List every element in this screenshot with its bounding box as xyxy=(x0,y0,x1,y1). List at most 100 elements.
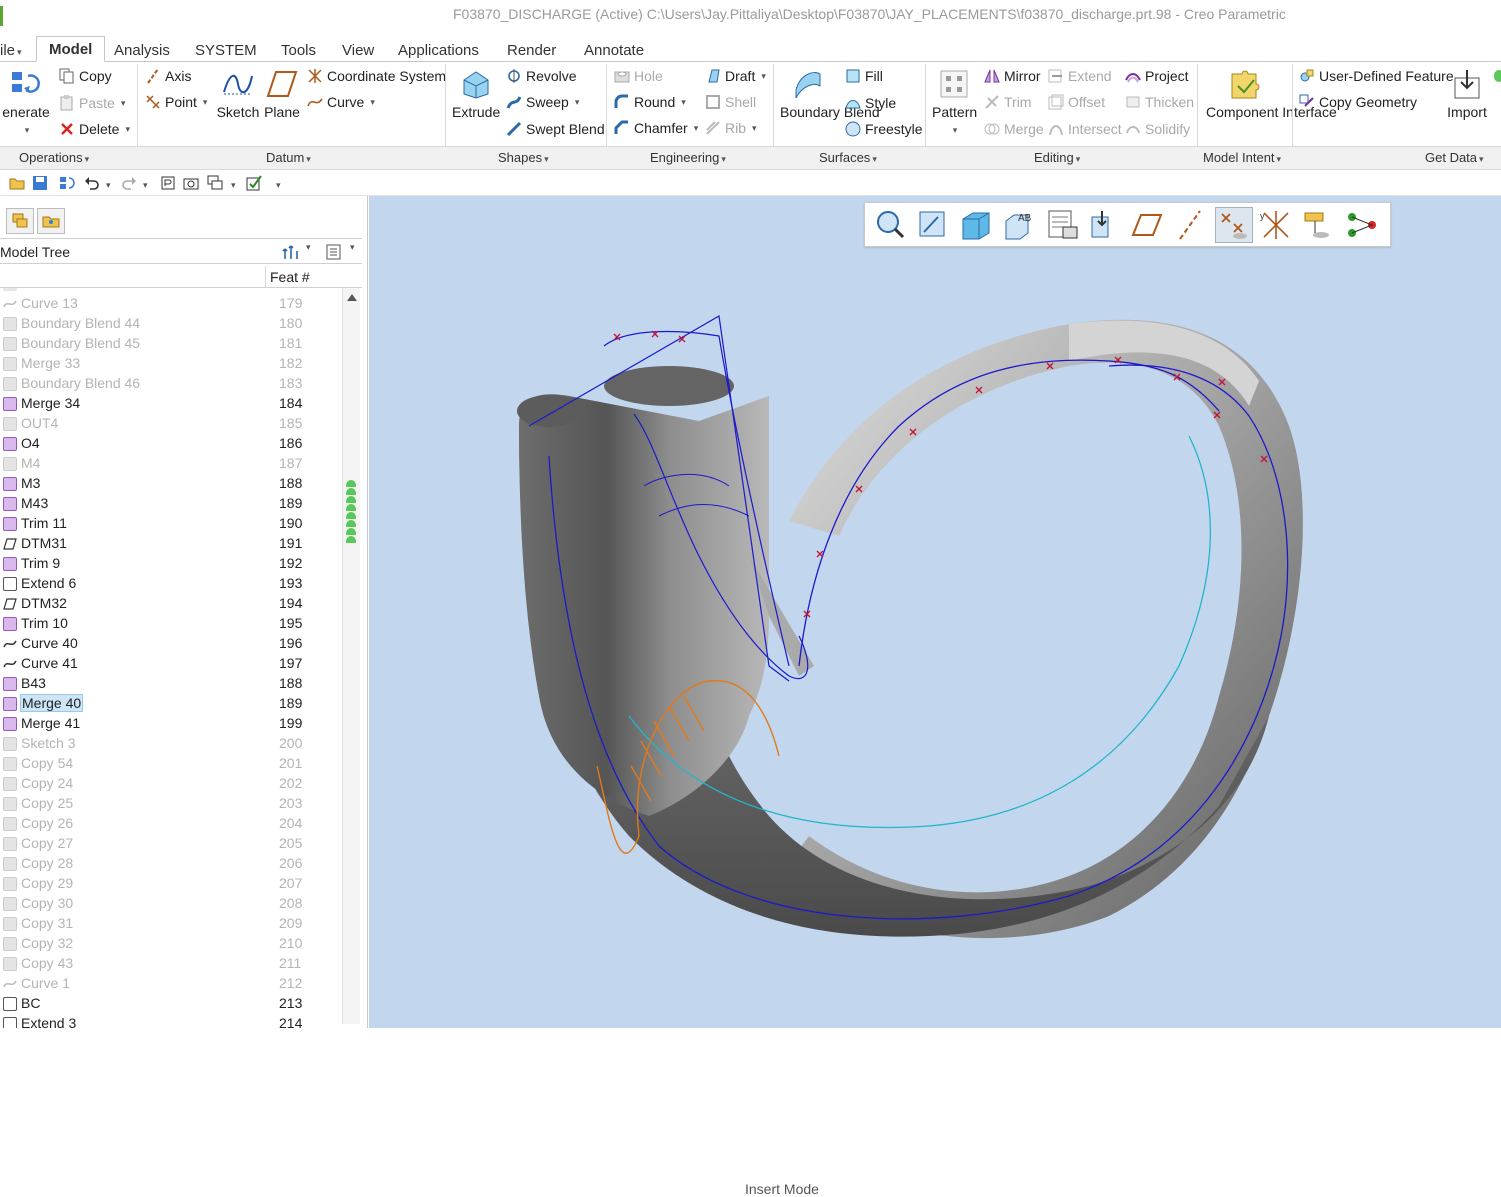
group-model-intent[interactable]: Model Intent ▾ xyxy=(1203,150,1281,165)
group-engineering[interactable]: Engineering ▾ xyxy=(650,150,726,165)
tree-row[interactable]: Copy 25 203 xyxy=(0,794,342,814)
group-get-data[interactable]: Get Data ▾ xyxy=(1425,150,1484,165)
tree-row[interactable]: Copy 24 202 xyxy=(0,774,342,794)
swept-blend-button[interactable]: Swept Blend xyxy=(506,121,605,137)
refit-icon[interactable] xyxy=(871,207,909,243)
copy-geometry-button[interactable]: Copy Geometry xyxy=(1299,94,1417,110)
pattern-button[interactable]: Pattern ▾ xyxy=(932,68,977,138)
tree-row[interactable]: Copy 29 207 xyxy=(0,874,342,894)
import-button[interactable]: Import xyxy=(1445,68,1489,120)
redo-icon[interactable] xyxy=(121,175,137,191)
annotation-display-icon[interactable] xyxy=(1301,207,1339,243)
graphics-viewport[interactable]: Insert Mode xyxy=(369,196,1501,1197)
repaint-icon[interactable] xyxy=(914,207,952,243)
tree-row[interactable]: Trim 11 190 xyxy=(0,514,342,534)
tree-row[interactable]: Copy 32 210 xyxy=(0,934,342,954)
trim-button[interactable]: Trim xyxy=(984,94,1031,110)
offset-button[interactable]: Offset xyxy=(1048,94,1105,110)
tree-row[interactable]: Copy 26 204 xyxy=(0,814,342,834)
tab-tools[interactable]: Tools xyxy=(281,40,316,64)
tree-row[interactable]: Copy 43 211 xyxy=(0,954,342,974)
tab-analysis[interactable]: Analysis xyxy=(114,40,170,64)
tree-row[interactable]: Extend 6 193 xyxy=(0,574,342,594)
spin-center-icon[interactable] xyxy=(1344,207,1382,243)
boundary-blend-button[interactable]: Boundary Blend xyxy=(780,68,880,120)
tree-row[interactable]: Merge 34 184 xyxy=(0,394,342,414)
tree-row[interactable]: Curve 13 179 xyxy=(0,294,342,314)
tree-row[interactable]: Merge 33 182 xyxy=(0,354,342,374)
tree-row[interactable]: Copy 30 208 xyxy=(0,894,342,914)
tree-row[interactable]: Trim 10 195 xyxy=(0,614,342,634)
display-style-icon[interactable] xyxy=(957,207,995,243)
revolve-button[interactable]: Revolve xyxy=(506,68,577,84)
point-button[interactable]: Point ▾ xyxy=(145,94,207,110)
point-display-icon[interactable] xyxy=(1215,207,1253,243)
saved-orientations-icon[interactable]: AB xyxy=(1000,207,1038,243)
tree-row[interactable]: Extend 3 214 xyxy=(0,1014,342,1028)
tab-view[interactable]: View xyxy=(342,40,374,64)
style-button[interactable]: Style xyxy=(845,95,896,111)
sweep-button[interactable]: Sweep ▾ xyxy=(506,94,579,110)
user-defined-feature-button[interactable]: User-Defined Feature xyxy=(1299,68,1454,84)
extrude-button[interactable]: Extrude xyxy=(452,68,500,120)
tree-row[interactable]: OUT4 185 xyxy=(0,414,342,434)
tab-system[interactable]: SYSTEM xyxy=(195,40,257,64)
axis-button[interactable]: Axis xyxy=(145,68,191,84)
column-divider[interactable] xyxy=(265,266,266,288)
tab-annotate[interactable]: Annotate xyxy=(584,40,644,64)
show-icon[interactable] xyxy=(325,243,343,261)
tab-file[interactable]: ile ▾ xyxy=(0,40,22,64)
tree-row[interactable]: Boundary Blend 44 180 xyxy=(0,314,342,334)
close-window-icon[interactable] xyxy=(246,175,262,191)
tree-row[interactable]: Merge 41 199 xyxy=(0,714,342,734)
tab-model[interactable]: Model xyxy=(36,36,106,62)
volute-ring-surface[interactable] xyxy=(779,319,1303,939)
axis-display-icon[interactable] xyxy=(1172,207,1210,243)
sketch-button[interactable]: Sketch xyxy=(216,68,260,120)
curve-button[interactable]: Curve ▾ xyxy=(307,94,375,110)
tree-row[interactable]: Curve 40 196 xyxy=(0,634,342,654)
tree-row[interactable]: DTM31 191 xyxy=(0,534,342,554)
group-editing[interactable]: Editing ▾ xyxy=(1034,150,1080,165)
solidify-button[interactable]: Solidify xyxy=(1125,121,1190,137)
tree-row[interactable]: M43 189 xyxy=(0,494,342,514)
tree-row-selected[interactable]: Merge 40 189 xyxy=(0,694,342,714)
show-dropdown-icon[interactable]: ▾ xyxy=(350,242,355,253)
group-datum[interactable]: Datum ▾ xyxy=(266,150,311,165)
save-icon[interactable] xyxy=(32,175,48,191)
tree-settings-dropdown-icon[interactable]: ▾ xyxy=(306,242,311,253)
tree-row[interactable]: Boundary Blend 45 181 xyxy=(0,334,342,354)
regenerate-all-icon[interactable] xyxy=(160,175,176,191)
folder-browser-tab-icon[interactable] xyxy=(37,208,65,234)
shell-button[interactable]: Shell xyxy=(705,94,756,110)
tree-row[interactable]: Sketch 3 200 xyxy=(0,734,342,754)
plane-button[interactable]: Plane xyxy=(263,68,301,120)
windows-dropdown-icon[interactable]: ▾ xyxy=(229,175,239,191)
undo-dropdown-icon[interactable]: ▾ xyxy=(104,175,114,191)
tab-render[interactable]: Render xyxy=(507,40,556,64)
tree-row[interactable]: M3 188 xyxy=(0,474,342,494)
tree-row[interactable]: BC 213 xyxy=(0,994,342,1014)
hole-button[interactable]: Hole xyxy=(614,68,663,84)
copy-button[interactable]: Copy xyxy=(59,68,112,84)
undo-icon[interactable] xyxy=(84,175,100,191)
paste-button[interactable]: Paste ▾ xyxy=(59,95,125,111)
customize-qat-icon[interactable]: ▾ xyxy=(274,175,286,191)
tree-row[interactable]: O4 186 xyxy=(0,434,342,454)
group-surfaces[interactable]: Surfaces ▾ xyxy=(819,150,877,165)
tab-applications[interactable]: Applications xyxy=(398,40,479,64)
tree-row[interactable]: B43 188 xyxy=(0,674,342,694)
draft-button[interactable]: Draft ▾ xyxy=(705,68,766,84)
round-button[interactable]: Round ▾ xyxy=(614,94,686,110)
project-button[interactable]: Project xyxy=(1125,68,1189,84)
delete-button[interactable]: Delete ▾ xyxy=(59,121,130,137)
tree-scrollbar[interactable] xyxy=(342,288,360,1024)
tree-row[interactable]: Boundary Blend 46 183 xyxy=(0,374,342,394)
group-operations[interactable]: Operations ▾ xyxy=(19,150,89,165)
component-interface-button[interactable]: Component Interface xyxy=(1206,68,1337,120)
scroll-up-icon[interactable] xyxy=(347,294,357,301)
tree-settings-icon[interactable] xyxy=(282,243,300,261)
mirror-button[interactable]: Mirror xyxy=(984,68,1041,84)
coordinate-system-button[interactable]: Coordinate System xyxy=(307,68,446,84)
csys-display-icon[interactable]: y xyxy=(1258,207,1296,243)
